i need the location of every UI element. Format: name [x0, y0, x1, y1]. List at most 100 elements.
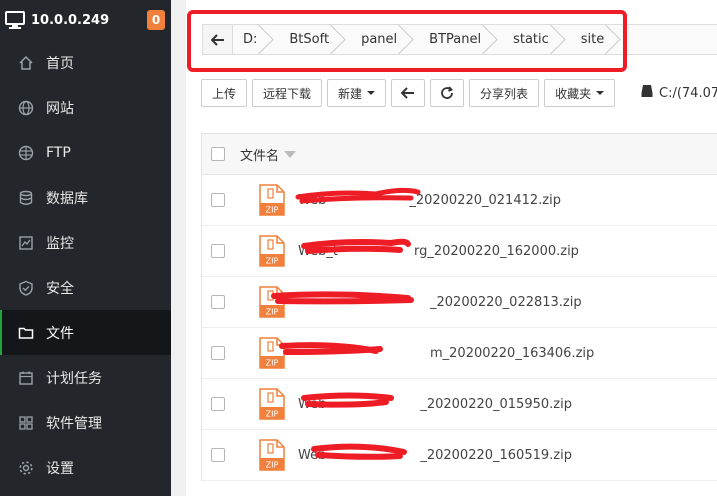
file-name[interactable]: Web _20200220_021412.zip: [298, 193, 561, 208]
file-name[interactable]: Web_t rg_20200220_162000.zip: [298, 244, 579, 259]
zip-file-icon: ZIP: [258, 388, 286, 420]
breadcrumb-item[interactable]: BtSoft: [275, 25, 347, 54]
file-name[interactable]: _20200220_022813.zip: [298, 295, 582, 310]
sidebar-item-home[interactable]: 首页: [0, 40, 171, 85]
share-list-button[interactable]: 分享列表: [469, 79, 540, 107]
sort-caret-icon: [284, 150, 297, 158]
file-name[interactable]: Web _20200220_160519.zip: [298, 448, 572, 463]
file-name-prefix: Web: [298, 396, 327, 412]
caret-down-icon: [596, 91, 605, 95]
row-checkbox[interactable]: [211, 346, 225, 360]
file-manager-panel: D: BtSoft panel BTPanel static site 上传 远…: [186, 0, 717, 496]
sidebar-item-label: 网站: [46, 100, 74, 117]
file-table: 文件名 ZIP Web _20200220_021412.zip ZIP Web_…: [201, 133, 717, 481]
sidebar-item-label: 安全: [46, 280, 74, 297]
arrow-left-icon: [210, 33, 224, 46]
file-name[interactable]: Web _20200220_015950.zip: [298, 397, 572, 412]
file-name-prefix: Web_t: [298, 243, 338, 259]
table-row[interactable]: ZIP Web _20200220_160519.zip: [202, 430, 717, 481]
breadcrumb-item[interactable]: panel: [347, 25, 415, 54]
refresh-icon: [441, 86, 454, 99]
remote-download-button[interactable]: 远程下载: [252, 79, 323, 107]
svg-text:ZIP: ZIP: [266, 461, 279, 470]
monitor-icon: [18, 235, 34, 251]
new-button-label: 新建: [338, 86, 363, 101]
sidebar-item-security[interactable]: 安全: [0, 265, 171, 310]
sidebar-item-label: 软件管理: [46, 415, 102, 432]
sidebar-item-label: 计划任务: [46, 370, 102, 387]
server-ip: 10.0.0.249: [31, 12, 110, 28]
sidebar-item-label: 文件: [46, 325, 74, 342]
sidebar-item-software[interactable]: 软件管理: [0, 400, 171, 445]
table-row[interactable]: ZIP m_20200220_163406.zip: [202, 328, 717, 379]
table-row[interactable]: ZIP Web _20200220_015950.zip: [202, 379, 717, 430]
calendar-icon: [18, 370, 34, 386]
path-back-button[interactable]: [203, 25, 233, 54]
file-name-suffix: _20200220_021412.zip: [409, 192, 561, 208]
sidebar-item-database[interactable]: 数据库: [0, 175, 171, 220]
sidebar-item-website[interactable]: 网站: [0, 85, 171, 130]
breadcrumb-item[interactable]: site: [567, 25, 622, 54]
sidebar-item-files[interactable]: 文件: [0, 310, 171, 355]
svg-text:ZIP: ZIP: [266, 359, 279, 368]
breadcrumb-item[interactable]: static: [499, 25, 567, 54]
file-name[interactable]: m_20200220_163406.zip: [298, 346, 594, 361]
server-header: 10.0.0.249 0: [0, 0, 171, 40]
filename-column-header[interactable]: 文件名: [240, 145, 297, 164]
svg-text:ZIP: ZIP: [266, 206, 279, 215]
notification-badge[interactable]: 0: [147, 10, 165, 30]
row-checkbox[interactable]: [211, 244, 225, 258]
zip-file-icon: ZIP: [258, 235, 286, 267]
monitor-icon: [4, 9, 26, 31]
table-row[interactable]: ZIP Web_t rg_20200220_162000.zip: [202, 226, 717, 277]
favorites-button-label: 收藏夹: [555, 86, 592, 101]
file-name-suffix: rg_20200220_162000.zip: [413, 243, 579, 259]
disk-label: C:/(74.07: [659, 85, 717, 101]
globe-icon: [18, 100, 34, 116]
home-icon: [18, 55, 34, 71]
sidebar-item-settings[interactable]: 设置: [0, 445, 171, 490]
path-breadcrumb: D: BtSoft panel BTPanel static site: [202, 24, 717, 55]
sidebar-item-label: 首页: [46, 55, 74, 72]
ftp-globe-icon: [18, 145, 34, 161]
new-dropdown-button[interactable]: 新建: [327, 79, 387, 107]
table-row[interactable]: ZIP _20200220_022813.zip: [202, 277, 717, 328]
svg-text:ZIP: ZIP: [266, 308, 279, 317]
sidebar-item-label: 数据库: [46, 190, 88, 207]
zip-file-icon: ZIP: [258, 337, 286, 369]
sidebar-item-monitor[interactable]: 监控: [0, 220, 171, 265]
file-name-prefix: Web: [298, 447, 327, 463]
row-checkbox[interactable]: [211, 295, 225, 309]
back-button[interactable]: [391, 79, 426, 107]
apps-icon: [18, 415, 34, 431]
table-row[interactable]: ZIP Web _20200220_021412.zip: [202, 175, 717, 226]
sidebar: 10.0.0.249 0 首页 网站 FTP 数据库 监控 安全 文件 计划任务…: [0, 0, 171, 496]
folder-icon: [18, 325, 34, 341]
caret-down-icon: [367, 91, 376, 95]
favorites-dropdown-button[interactable]: 收藏夹: [544, 79, 616, 107]
refresh-button[interactable]: [430, 79, 465, 107]
breadcrumb-item[interactable]: D:: [233, 25, 275, 54]
row-checkbox[interactable]: [211, 448, 225, 462]
sidebar-item-label: 设置: [46, 460, 74, 477]
filename-header-label: 文件名: [240, 148, 280, 164]
sidebar-item-cron[interactable]: 计划任务: [0, 355, 171, 400]
shield-icon: [18, 280, 34, 296]
breadcrumb-item[interactable]: BTPanel: [415, 25, 499, 54]
row-checkbox[interactable]: [211, 397, 225, 411]
sidebar-item-label: FTP: [46, 144, 71, 161]
file-name-prefix: Web: [298, 192, 327, 208]
svg-text:ZIP: ZIP: [266, 257, 279, 266]
arrow-left-icon: [401, 87, 415, 99]
sidebar-item-ftp[interactable]: FTP: [0, 130, 171, 175]
file-name-suffix: _20200220_022813.zip: [430, 294, 582, 310]
select-all-checkbox[interactable]: [211, 147, 225, 161]
row-checkbox[interactable]: [211, 193, 225, 207]
disk-info[interactable]: C:/(74.07: [641, 84, 717, 102]
zip-file-icon: ZIP: [258, 184, 286, 216]
upload-button[interactable]: 上传: [201, 79, 248, 107]
zip-file-icon: ZIP: [258, 286, 286, 318]
database-icon: [18, 190, 34, 206]
sidebar-item-label: 监控: [46, 235, 74, 252]
zip-file-icon: ZIP: [258, 439, 286, 471]
